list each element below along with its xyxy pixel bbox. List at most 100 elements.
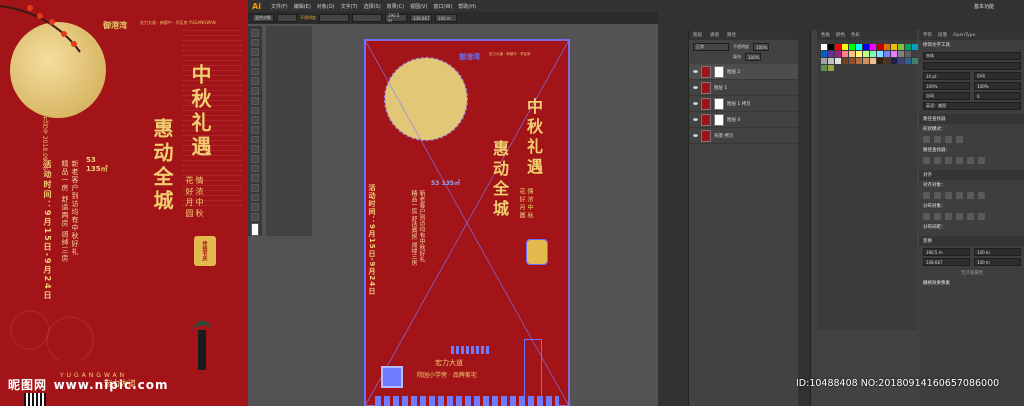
zoom-tool-icon[interactable]: [251, 213, 259, 221]
eyedropper-icon[interactable]: [251, 184, 259, 192]
menu-type[interactable]: 文字(T): [341, 3, 358, 10]
stroke-field[interactable]: [277, 14, 297, 22]
shape-builder-icon[interactable]: [251, 164, 259, 173]
outline-icon[interactable]: [967, 157, 974, 164]
eye-icon[interactable]: [693, 134, 698, 137]
artboard-bonsai[interactable]: [524, 339, 542, 401]
distribute-top-icon[interactable]: [923, 213, 930, 220]
artboard-title-2[interactable]: 惠动全城: [487, 140, 511, 220]
distribute-center-icon[interactable]: [934, 213, 941, 220]
swatch[interactable]: [821, 65, 827, 71]
swatch[interactable]: [821, 58, 827, 64]
menu-window[interactable]: 窗口(W): [433, 3, 452, 10]
menu-effect[interactable]: 效果(C): [387, 3, 404, 10]
artboard-info[interactable]: 新老客户到访均有中秋好礼 精品一房 舒适两房 阔绰三房: [409, 190, 425, 266]
eye-icon[interactable]: [693, 86, 698, 89]
swatch[interactable]: [849, 44, 855, 50]
swatch[interactable]: [828, 44, 834, 50]
swatch[interactable]: [891, 51, 897, 57]
swatch[interactable]: [898, 58, 904, 64]
swatch[interactable]: [828, 51, 834, 57]
divide-icon[interactable]: [923, 157, 930, 164]
artboard[interactable]: 御港湾 宏力大道 · 新都中 · 学区房 中秋礼遇 惠动全城 情浓中秋 花好月圆…: [364, 39, 570, 406]
trim-icon[interactable]: [934, 157, 941, 164]
transform-y-input[interactable]: 338.667: [923, 258, 970, 266]
transform-h-input[interactable]: 100 m: [974, 258, 1021, 266]
artboard-logo[interactable]: 御港湾: [459, 52, 480, 62]
swatch[interactable]: [877, 44, 883, 50]
font-style-select[interactable]: [923, 62, 1021, 70]
language-select[interactable]: 英语：美国: [923, 102, 1021, 110]
tab-channels[interactable]: 通道: [710, 32, 719, 38]
transform-header[interactable]: 变换: [919, 236, 1024, 246]
w-field[interactable]: 100 m: [435, 14, 457, 22]
swatch[interactable]: [849, 51, 855, 57]
tab-color[interactable]: 颜色: [836, 32, 845, 38]
font-size-input[interactable]: 10 pt: [923, 72, 970, 80]
artboard-brand[interactable]: 宏力大道: [435, 358, 463, 368]
align-center-icon[interactable]: [934, 192, 941, 199]
vertical-scale-input[interactable]: 100%: [923, 82, 970, 90]
fill-input[interactable]: 100%: [745, 53, 761, 61]
swatch[interactable]: [856, 51, 862, 57]
swatch[interactable]: [870, 58, 876, 64]
exclude-icon[interactable]: [956, 136, 963, 143]
align-bottom-icon[interactable]: [978, 192, 985, 199]
transform-w-input[interactable]: 100 m: [974, 248, 1021, 256]
swatch[interactable]: [835, 51, 841, 57]
align-header[interactable]: 对齐: [919, 170, 1024, 180]
swatch[interactable]: [842, 44, 848, 50]
align-middle-icon[interactable]: [967, 192, 974, 199]
swatch[interactable]: [870, 51, 876, 57]
menu-file[interactable]: 文件(F): [271, 3, 288, 10]
align-left-icon[interactable]: [923, 192, 930, 199]
menu-help[interactable]: 帮助(H): [458, 3, 476, 10]
transform-x-input[interactable]: 190.5 m: [923, 248, 970, 256]
artboard-ornament[interactable]: [451, 346, 491, 354]
tracking-input[interactable]: 0: [974, 92, 1021, 100]
tab-layers[interactable]: 图层: [693, 32, 702, 38]
align-top-icon[interactable]: [956, 192, 963, 199]
swatch[interactable]: [863, 58, 869, 64]
leading-input[interactable]: 自动: [974, 72, 1021, 80]
minus-back-icon[interactable]: [978, 157, 985, 164]
kerning-input[interactable]: 自动: [923, 92, 970, 100]
swatch[interactable]: [905, 51, 911, 57]
rotate-tool-icon[interactable]: [251, 125, 259, 134]
artboard-logo-sub[interactable]: 宏力大道 · 新都中 · 学区房: [489, 52, 559, 56]
tab-paragraph[interactable]: 段落: [938, 32, 947, 38]
type-tool-icon[interactable]: [251, 67, 259, 76]
artboard-bottom-bar[interactable]: [375, 396, 559, 406]
tab-opentype[interactable]: OpenType: [953, 33, 975, 38]
swatch[interactable]: [912, 44, 918, 50]
swatch[interactable]: [884, 58, 890, 64]
layer-row[interactable]: 图层 2: [689, 64, 798, 80]
magic-wand-icon[interactable]: [251, 48, 259, 57]
eye-icon[interactable]: [693, 70, 698, 73]
eraser-tool-icon[interactable]: [251, 116, 259, 124]
horizontal-scale-input[interactable]: 100%: [974, 82, 1021, 90]
menu-select[interactable]: 选择(S): [364, 3, 381, 10]
swatch[interactable]: [905, 58, 911, 64]
crop-icon[interactable]: [956, 157, 963, 164]
intersect-icon[interactable]: [945, 136, 952, 143]
touch-type-tool-label[interactable]: 修饰文字工具: [919, 40, 1024, 50]
workspace-switcher[interactable]: 基本功能: [974, 3, 994, 10]
swatch[interactable]: [828, 58, 834, 64]
eye-icon[interactable]: [693, 102, 698, 105]
direct-selection-tool-icon[interactable]: [251, 38, 259, 47]
font-family-select[interactable]: 宋体: [923, 52, 1021, 60]
swatch[interactable]: [856, 58, 862, 64]
swatch[interactable]: [884, 44, 890, 50]
swatch[interactable]: [835, 44, 841, 50]
artboard-title-1[interactable]: 中秋礼遇: [521, 98, 545, 178]
menu-object[interactable]: 对象(O): [317, 3, 335, 10]
fill-stroke-icon[interactable]: [251, 222, 259, 237]
eye-icon[interactable]: [693, 118, 698, 121]
swatch[interactable]: [891, 44, 897, 50]
tab-swatches[interactable]: 色板: [821, 32, 830, 38]
blend-tool-icon[interactable]: [251, 193, 259, 202]
free-transform-icon[interactable]: [251, 154, 259, 163]
swatch[interactable]: [856, 44, 862, 50]
width-tool-icon[interactable]: [251, 145, 259, 153]
